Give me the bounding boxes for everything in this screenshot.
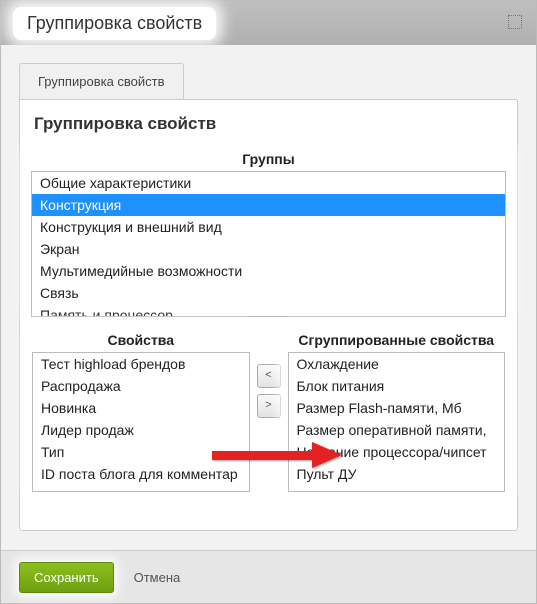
list-item[interactable]: Размер оперативной памяти, bbox=[289, 419, 505, 441]
maximize-icon[interactable] bbox=[508, 15, 522, 29]
list-item[interactable]: Мультимедийные возможности bbox=[32, 260, 505, 282]
grouped-block: Сгруппированные свойства ОхлаждениеБлок … bbox=[288, 330, 506, 492]
list-item[interactable]: Распродажа bbox=[33, 375, 249, 397]
list-item[interactable]: Новинка bbox=[33, 397, 249, 419]
properties-label: Свойства bbox=[32, 332, 250, 348]
list-item[interactable]: Название процессора/чипсет bbox=[289, 441, 505, 463]
list-item[interactable]: Конструкция и внешний вид bbox=[32, 216, 505, 238]
groups-label: Группы bbox=[31, 151, 506, 167]
list-item[interactable]: Лидер продаж bbox=[33, 419, 249, 441]
groups-block: Группы Общие характеристикиКонструкцияКо… bbox=[30, 148, 507, 318]
list-item[interactable]: Тест highload брендов bbox=[33, 353, 249, 375]
list-item[interactable]: Пульт ДУ bbox=[289, 463, 505, 485]
list-item[interactable]: ID поста блога для комментар bbox=[33, 463, 249, 485]
list-item[interactable]: Тип bbox=[33, 441, 249, 463]
panel: Группировка свойств Группы Общие характе… bbox=[19, 99, 518, 531]
panel-title: Группировка свойств bbox=[34, 114, 505, 134]
list-item[interactable]: Экран bbox=[32, 238, 505, 260]
properties-block: Свойства Тест highload брендовРаспродажа… bbox=[32, 330, 250, 492]
lower-row: Свойства Тест highload брендовРаспродажа… bbox=[32, 330, 505, 492]
move-right-button[interactable]: > bbox=[257, 394, 281, 418]
grouped-label: Сгруппированные свойства bbox=[288, 332, 506, 348]
cancel-button[interactable]: Отмена bbox=[128, 569, 187, 586]
modal-window: Группировка свойств Группировка свойств … bbox=[0, 0, 537, 604]
footer: Сохранить Отмена bbox=[1, 550, 536, 603]
window-title: Группировка свойств bbox=[13, 7, 216, 40]
content-area: Группировка свойств Группировка свойств … bbox=[1, 45, 536, 551]
properties-listbox[interactable]: Тест highload брендовРаспродажаНовинкаЛи… bbox=[32, 352, 250, 492]
groups-listbox[interactable]: Общие характеристикиКонструкцияКонструкц… bbox=[31, 171, 506, 317]
list-item[interactable]: Размер Flash-памяти, Мб bbox=[289, 397, 505, 419]
tab-grouping[interactable]: Группировка свойств bbox=[19, 63, 184, 99]
move-buttons: < > bbox=[256, 330, 282, 418]
grouped-listbox[interactable]: ОхлаждениеБлок питанияРазмер Flash-памят… bbox=[288, 352, 506, 492]
list-item[interactable]: Конструкция bbox=[32, 194, 505, 216]
list-item[interactable]: Связь bbox=[32, 282, 505, 304]
list-item[interactable]: Охлаждение bbox=[289, 353, 505, 375]
tabs: Группировка свойств bbox=[19, 63, 518, 99]
list-item[interactable]: Артикул bbox=[33, 485, 249, 492]
move-left-button[interactable]: < bbox=[257, 364, 281, 388]
titlebar: Группировка свойств bbox=[1, 1, 536, 46]
list-item[interactable]: Блок питания bbox=[289, 375, 505, 397]
list-item[interactable]: Общие характеристики bbox=[32, 172, 505, 194]
list-item[interactable]: Память и процессор bbox=[32, 304, 505, 317]
save-button[interactable]: Сохранить bbox=[19, 562, 114, 593]
